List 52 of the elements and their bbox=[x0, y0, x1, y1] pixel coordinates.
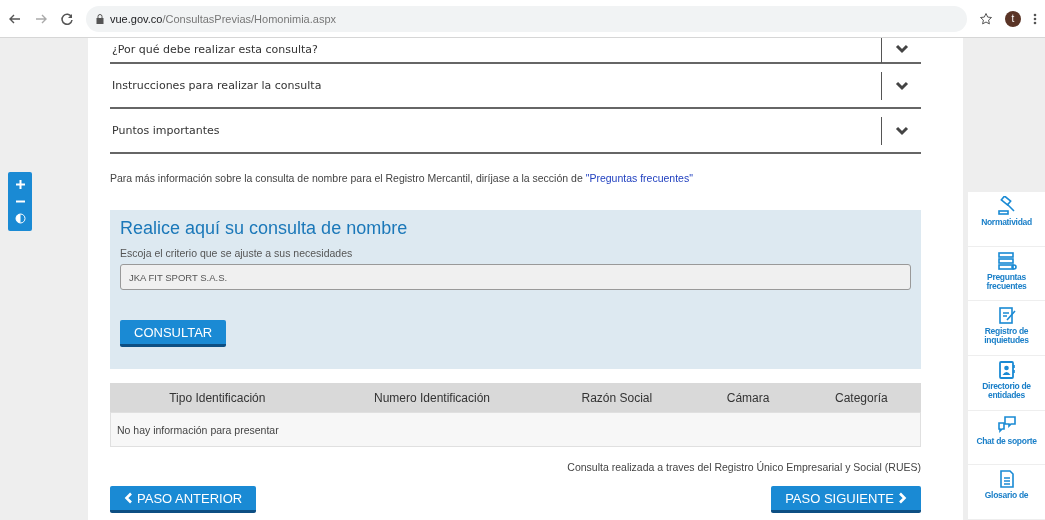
sidebar-label: Glosario de bbox=[983, 491, 1030, 501]
star-icon[interactable] bbox=[979, 11, 993, 26]
accordion-row[interactable]: Puntos importantes bbox=[110, 109, 921, 154]
sidebar-item[interactable]: Registro de inquietudes bbox=[968, 301, 1045, 356]
gavel-icon bbox=[996, 196, 1017, 216]
sidebar-label: Registro de inquietudes bbox=[983, 327, 1030, 346]
sidebar-item[interactable]: Directorio de entidades bbox=[968, 356, 1045, 411]
sidebar-item[interactable]: Chat de soporte bbox=[968, 410, 1045, 466]
faq-link[interactable]: "Preguntas frecuentes" bbox=[585, 172, 693, 184]
sidebar-label: Chat de soporte bbox=[975, 436, 1038, 446]
url-text: vue.gov.co/ConsultasPrevias/Homonimia.aspx bbox=[110, 12, 337, 25]
previous-step-button[interactable]: PASO ANTERIOR bbox=[110, 486, 257, 513]
sidebar-item[interactable]: Glosario de bbox=[968, 465, 1045, 520]
consult-button[interactable]: CONSULTAR bbox=[120, 320, 227, 347]
sidebar-label: Preguntas frecuentes bbox=[985, 272, 1028, 291]
accordion-title: ¿Por qué debe realizar esta consulta? bbox=[111, 42, 319, 56]
contrast-icon[interactable] bbox=[14, 213, 26, 224]
lock-icon bbox=[96, 13, 104, 24]
chevron-down-icon bbox=[894, 44, 909, 54]
column-header: Tipo Identificación bbox=[168, 390, 267, 405]
accordion-title: Instrucciones para realizar la consulta bbox=[111, 79, 323, 92]
accordion-title: Puntos importantes bbox=[111, 124, 221, 137]
contact-book-icon bbox=[996, 360, 1017, 380]
accordion-row[interactable]: ¿Por qué debe realizar esta consulta? bbox=[110, 38, 921, 64]
chat-bubbles-icon bbox=[996, 414, 1017, 435]
sidebar-label: Normatividad bbox=[980, 218, 1033, 227]
next-step-button[interactable]: PASO SIGUIENTE bbox=[771, 486, 921, 513]
notepad-pencil-icon bbox=[996, 305, 1017, 326]
list-icon bbox=[996, 250, 1017, 271]
query-title: Realice aquí su consulta de nombre bbox=[120, 218, 409, 239]
reload-icon[interactable] bbox=[60, 11, 74, 26]
chevron-right-icon bbox=[898, 492, 907, 504]
query-subtitle: Escoja el criterio que se ajuste a sus necesidades bbox=[120, 247, 354, 259]
column-header: Numero Identificación bbox=[372, 390, 492, 405]
sidebar-item[interactable]: Preguntas frecuentes bbox=[968, 246, 1045, 302]
sidebar-item[interactable]: Normatividad bbox=[968, 192, 1045, 247]
column-header: Cámara bbox=[725, 390, 771, 405]
chevron-down-icon bbox=[894, 80, 909, 91]
profile-avatar[interactable]: t bbox=[1005, 10, 1021, 27]
chevron-left-icon bbox=[124, 492, 133, 504]
accordion-row[interactable]: Instrucciones para realizar la consulta bbox=[110, 64, 921, 109]
chevron-down-icon bbox=[894, 125, 909, 136]
name-input-field[interactable]: JKA FIT SPORT S.A.S. bbox=[120, 264, 911, 290]
empty-message: No hay información para presentar bbox=[117, 423, 279, 436]
menu-icon[interactable] bbox=[1033, 12, 1037, 25]
column-header: Categoría bbox=[834, 390, 889, 405]
zoom-in-icon[interactable] bbox=[14, 179, 26, 190]
column-header: Razón Social bbox=[580, 390, 654, 405]
info-text: Para más información sobre la consulta de nombre para el Registro Mercantil, diríjase a la sección de "Preguntas frecuentes" bbox=[110, 172, 694, 184]
source-note: Consulta realizada a traves del Registro Único Empresarial y Social (RUES) bbox=[567, 461, 921, 473]
address-bar[interactable]: vue.gov.co/ConsultasPrevias/Homonimia.aspx bbox=[86, 5, 967, 32]
sidebar-label: Directorio de entidades bbox=[981, 382, 1032, 400]
